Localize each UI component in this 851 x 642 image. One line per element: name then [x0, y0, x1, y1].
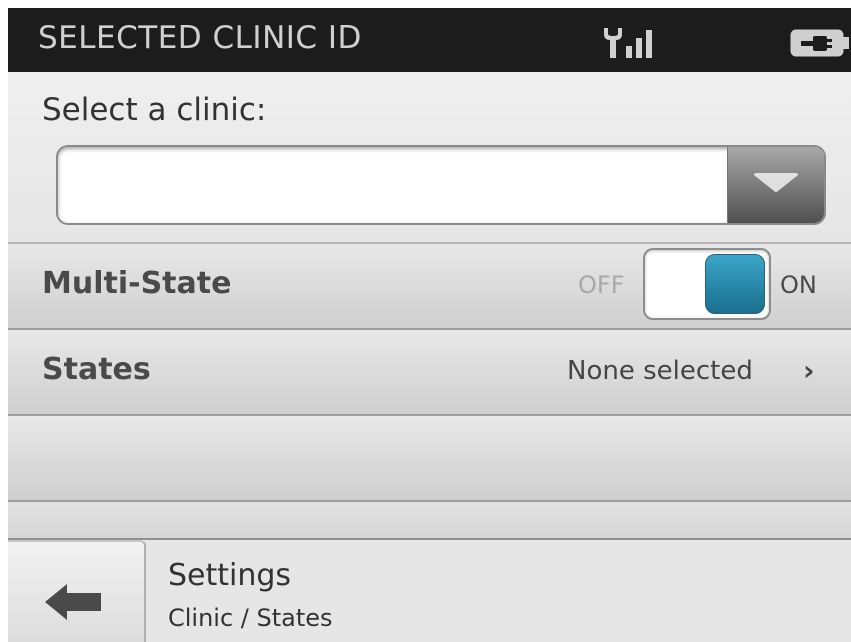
- empty-row: [8, 416, 851, 502]
- screen-title: SELECTED CLINIC ID: [38, 20, 362, 56]
- footer-breadcrumb: Clinic / States: [168, 604, 333, 632]
- back-button[interactable]: [8, 540, 146, 642]
- clinic-dropdown[interactable]: [56, 145, 826, 225]
- chevron-down-icon: [754, 173, 798, 192]
- states-label: States: [42, 352, 151, 387]
- signal-strength-icon: [604, 28, 652, 58]
- states-row[interactable]: States None selected ›: [8, 330, 851, 416]
- arrow-left-icon: [45, 584, 101, 620]
- clinic-select-section: Select a clinic:: [8, 72, 851, 244]
- toggle-off-label: OFF: [578, 271, 625, 299]
- states-value: None selected: [567, 356, 753, 386]
- multi-state-toggle[interactable]: [643, 248, 771, 320]
- dropdown-arrow-button[interactable]: [727, 147, 824, 223]
- multi-state-label: Multi-State: [42, 266, 232, 301]
- chevron-right-icon: ›: [803, 354, 815, 387]
- toggle-knob[interactable]: [705, 254, 765, 314]
- status-bar: SELECTED CLINIC ID: [8, 8, 851, 72]
- multi-state-row: Multi-State OFF ON: [8, 244, 851, 330]
- battery-charging-icon: [790, 29, 849, 57]
- toggle-on-label: ON: [780, 271, 817, 299]
- footer-title: Settings: [168, 558, 292, 593]
- footer-bar: Settings Clinic / States: [8, 540, 851, 642]
- list-spacer: [8, 502, 851, 540]
- clinic-select-label: Select a clinic:: [42, 92, 267, 128]
- device-screen: SELECTED CLINIC ID Select a clinic: Mult…: [8, 8, 851, 642]
